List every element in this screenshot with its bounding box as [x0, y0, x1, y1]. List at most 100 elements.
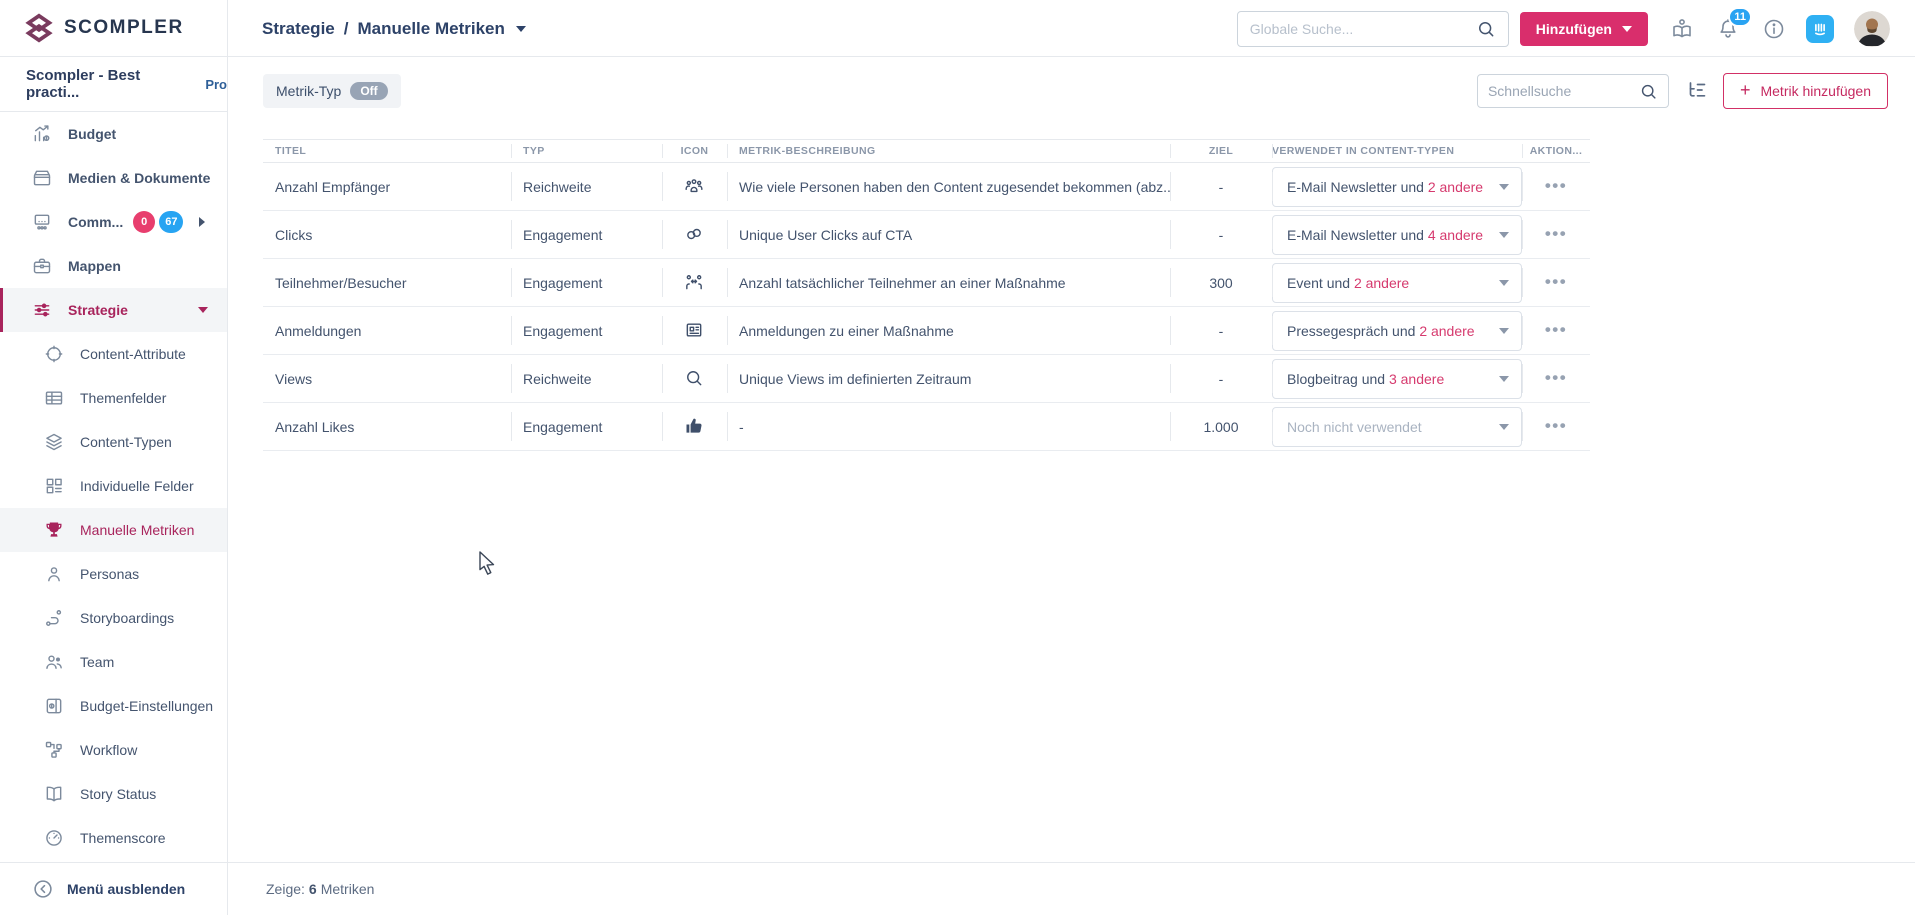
notifications-bell-icon[interactable]: 11: [1716, 6, 1752, 41]
sidebar-item-budget-einstellungen[interactable]: Budget-Einstellungen: [0, 684, 227, 728]
workspace-switcher[interactable]: Scompler - Best practi... Pro: [0, 57, 227, 112]
user-avatar[interactable]: [1854, 10, 1890, 47]
used-in-content-types-dropdown[interactable]: E-Mail Newsletter und 4 andere: [1272, 214, 1522, 255]
metric-used-in-cell: E-Mail Newsletter und 4 andere: [1272, 211, 1522, 258]
plus-icon: +: [1739, 80, 1751, 100]
sidebar-item-label: Storyboardings: [80, 610, 175, 626]
sidebar-item-themenfelder[interactable]: Themenfelder: [0, 376, 227, 420]
sidebar-item-label: Team: [80, 654, 115, 670]
filter-label: Metrik-Typ: [276, 83, 342, 99]
summary-count: 6: [308, 881, 317, 897]
chevron-down-icon[interactable]: [515, 25, 526, 32]
sidebar-item-content-typen[interactable]: Content-Typen: [0, 420, 227, 464]
sidebar-item-strategie[interactable]: Strategie: [0, 288, 227, 332]
metric-type-filter-chip[interactable]: Metrik-Typ Off: [263, 74, 401, 108]
main-content: Strategie / Manuelle Metriken Hinzufügen: [228, 0, 1915, 862]
quick-search: [1476, 74, 1669, 108]
metric-icon-cell: [662, 403, 727, 450]
audience-group-icon: [684, 176, 706, 198]
used-in-content-types-dropdown[interactable]: E-Mail Newsletter und 2 andere: [1272, 166, 1522, 207]
used-in-content-types-dropdown[interactable]: Pressegespräch und 2 andere: [1272, 310, 1522, 351]
archive-box-icon: [32, 168, 52, 188]
search-icon: [1476, 19, 1496, 39]
search-icon: [1639, 82, 1658, 101]
row-actions-menu-icon[interactable]: •••: [1545, 273, 1567, 290]
metric-actions-cell: •••: [1522, 307, 1590, 354]
sidebar-item-label: Mappen: [68, 258, 121, 274]
used-in-content-types-dropdown[interactable]: Noch nicht verwendet: [1272, 406, 1522, 447]
dropdown-value: E-Mail Newsletter und 2 andere: [1287, 178, 1484, 195]
row-actions-menu-icon[interactable]: •••: [1545, 225, 1567, 242]
sidebar-item-label: Individuelle Felder: [80, 478, 194, 494]
metric-target-cell: -: [1170, 163, 1272, 210]
sidebar-item-label: Content-Typen: [80, 434, 172, 450]
used-in-content-types-dropdown[interactable]: Blogbeitrag und 3 andere: [1272, 358, 1522, 399]
intercom-chat-icon[interactable]: [1806, 14, 1834, 43]
summary-suffix: Metriken: [320, 881, 375, 897]
filterbar-actions: + Metrik hinzufügen: [1476, 73, 1888, 109]
people-arrows-icon: [684, 272, 706, 294]
dropdown-value: Noch nicht verwendet: [1287, 418, 1422, 435]
sidebar-item-storyboardings[interactable]: Storyboardings: [0, 596, 227, 640]
dropdown-value: Blogbeitrag und 3 andere: [1287, 370, 1445, 387]
sidebar-item-medien-dokumente[interactable]: Medien & Dokumente: [0, 156, 227, 200]
sliders-icon: [32, 300, 52, 320]
collapse-menu-button[interactable]: Menü ausblenden: [0, 863, 228, 915]
app-logo[interactable]: SCOMPLER: [0, 0, 227, 57]
metric-title-cell: Clicks: [275, 226, 313, 243]
sidebar-item-label: Themenscore: [80, 830, 166, 846]
sidebar-item-label: Budget-Einstellungen: [80, 698, 214, 714]
route-icon: [44, 608, 64, 628]
metric-actions-cell: •••: [1522, 403, 1590, 450]
column-header-typ: TYP: [511, 140, 662, 162]
breadcrumb-current[interactable]: Manuelle Metriken: [357, 19, 504, 39]
add-metric-button[interactable]: + Metrik hinzufügen: [1722, 73, 1888, 109]
sidebar-item-story-status[interactable]: Story Status: [0, 772, 227, 816]
metric-type-cell: Engagement: [511, 403, 662, 450]
row-actions-menu-icon[interactable]: •••: [1545, 417, 1567, 434]
metric-icon-cell: [662, 163, 727, 210]
sidebar-item-themenscore[interactable]: Themenscore: [0, 816, 227, 860]
column-header-aktion: AKTION...: [1522, 140, 1590, 162]
filterbar: Metrik-Typ Off + Metrik hinzufügen: [228, 57, 1915, 137]
sidebar-item-label: Workflow: [80, 742, 138, 758]
table-row: Teilnehmer/Besucher Engagement Anzahl tats…: [263, 259, 1590, 307]
sidebar-item-workflow[interactable]: Workflow: [0, 728, 227, 772]
sidebar-item-individuelle-felder[interactable]: Individuelle Felder: [0, 464, 227, 508]
row-actions-menu-icon[interactable]: •••: [1545, 369, 1567, 386]
table-row: Anmeldungen Engagement Anmeldungen zu eine…: [263, 307, 1590, 355]
sidebar-item-personas[interactable]: Personas: [0, 552, 227, 596]
topbar: Strategie / Manuelle Metriken Hinzufügen: [228, 0, 1915, 57]
money-doc-icon: [44, 696, 64, 716]
sidebar-item-manuelle-metriken[interactable]: Manuelle Metriken: [0, 508, 227, 552]
used-in-content-types-dropdown[interactable]: Event und 2 andere: [1272, 262, 1522, 303]
table-body: Anzahl Empfänger Reichweite Wie viele Pers…: [263, 163, 1590, 451]
tree-view-icon[interactable]: [1685, 79, 1709, 103]
dropdown-value: E-Mail Newsletter und 4 andere: [1287, 226, 1484, 243]
sidebar-item-content-attribute[interactable]: Content-Attribute: [0, 332, 227, 376]
metric-icon-cell: [662, 307, 727, 354]
column-header-titel: TITEL: [275, 145, 307, 157]
row-actions-menu-icon[interactable]: •••: [1545, 177, 1567, 194]
add-button[interactable]: Hinzufügen: [1519, 11, 1648, 46]
info-icon[interactable]: [1762, 17, 1786, 41]
book-icon: [44, 784, 64, 804]
trophy-icon: [44, 520, 64, 540]
metric-used-in-cell: Blogbeitrag und 3 andere: [1272, 355, 1522, 402]
sidebar-item-team[interactable]: Team: [0, 640, 227, 684]
academy-icon[interactable]: [1670, 17, 1694, 41]
dropdown-value: Pressegespräch und 2 andere: [1287, 322, 1475, 339]
global-search-input[interactable]: [1249, 20, 1468, 37]
metric-target-cell: 300: [1170, 259, 1272, 306]
sidebar-item-community[interactable]: Comm... 0 67: [0, 200, 227, 244]
sidebar-item-mappen[interactable]: Mappen: [0, 244, 227, 288]
link-icon: [684, 224, 706, 246]
breadcrumb-parent[interactable]: Strategie: [262, 19, 335, 39]
table-header-row: TITEL TYP ICON METRIK-BESCHREIBUNG ZIEL VERWE…: [263, 139, 1590, 163]
metric-actions-cell: •••: [1522, 259, 1590, 306]
metric-description-cell: -: [727, 403, 1170, 450]
newspaper-icon: [684, 320, 706, 342]
sidebar-item-budget[interactable]: Budget: [0, 112, 227, 156]
quick-search-input[interactable]: [1487, 83, 1633, 99]
row-actions-menu-icon[interactable]: •••: [1545, 321, 1567, 338]
